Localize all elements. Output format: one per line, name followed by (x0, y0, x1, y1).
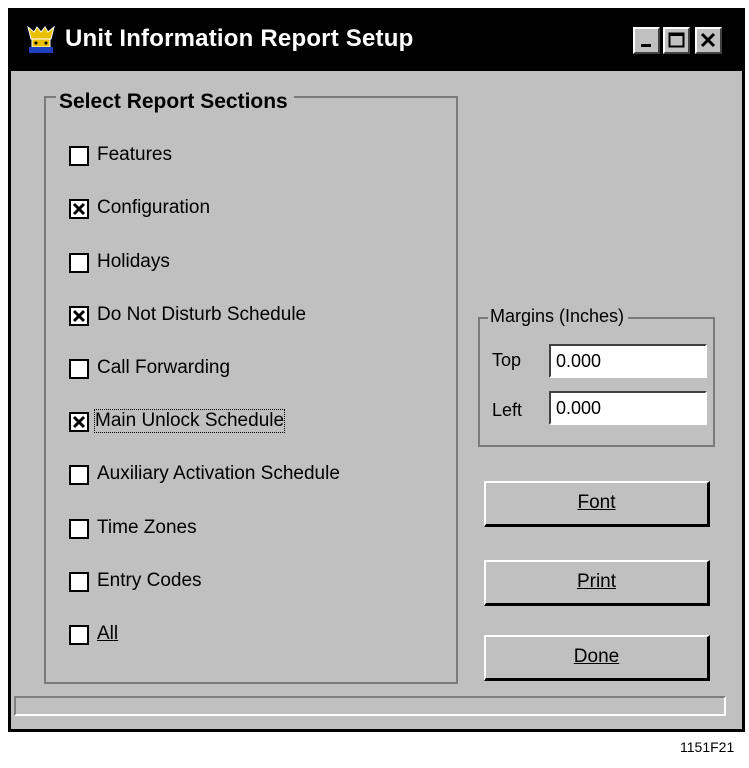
checkbox-box[interactable] (69, 519, 89, 539)
maximize-button[interactable] (663, 27, 690, 54)
check-mark-icon (72, 309, 86, 323)
top-margin-label: Top (492, 350, 522, 370)
checkbox-label: Call Forwarding (97, 357, 231, 378)
app-icon[interactable] (25, 23, 57, 55)
report-sections-legend: Select Report Sections (56, 90, 294, 114)
checkbox-label: Features (97, 144, 172, 165)
check-mark-icon (72, 415, 86, 429)
checkbox-label: Configuration (97, 197, 211, 218)
done-button[interactable]: Done (484, 635, 710, 681)
report-sections-group (44, 96, 458, 684)
checkbox-box[interactable] (69, 412, 89, 432)
checkbox-box[interactable] (69, 199, 89, 219)
checkbox-label: Auxiliary Activation Schedule (97, 463, 340, 484)
checkbox-box[interactable] (69, 465, 89, 485)
margins-group (478, 317, 715, 447)
title-bar[interactable]: Unit Information Report Setup (11, 11, 742, 71)
margins-legend: Margins (Inches) (488, 306, 629, 327)
status-bar (14, 696, 726, 716)
checkbox-box[interactable] (69, 625, 89, 645)
checkbox-label: Main Unlock Schedule (93, 409, 286, 433)
close-button[interactable] (695, 27, 722, 54)
done-button-label: Done (573, 646, 620, 667)
checkbox-label: Time Zones (97, 517, 197, 538)
top-margin-input[interactable] (549, 344, 707, 378)
left-margin-label: Left (492, 400, 523, 420)
figure-code: 1151F21 (680, 739, 735, 755)
minimize-button[interactable] (633, 27, 660, 54)
window-title: Unit Information Report Setup (65, 25, 414, 52)
checkbox-box[interactable] (69, 359, 89, 379)
print-button[interactable]: Print (484, 560, 710, 606)
checkbox-label: Do Not Disturb Schedule (97, 304, 307, 325)
checkbox-box[interactable] (69, 572, 89, 592)
checkbox-label: All (97, 623, 119, 644)
font-button[interactable]: Font (484, 481, 710, 527)
checkbox-box[interactable] (69, 253, 89, 273)
check-mark-icon (72, 202, 86, 216)
left-margin-input[interactable] (549, 391, 707, 425)
checkbox-box[interactable] (69, 146, 89, 166)
checkbox-box[interactable] (69, 306, 89, 326)
checkbox-label: Entry Codes (97, 570, 202, 591)
checkbox-label: Holidays (97, 251, 170, 272)
print-button-label: Print (576, 571, 617, 592)
font-button-label: Font (577, 492, 616, 513)
